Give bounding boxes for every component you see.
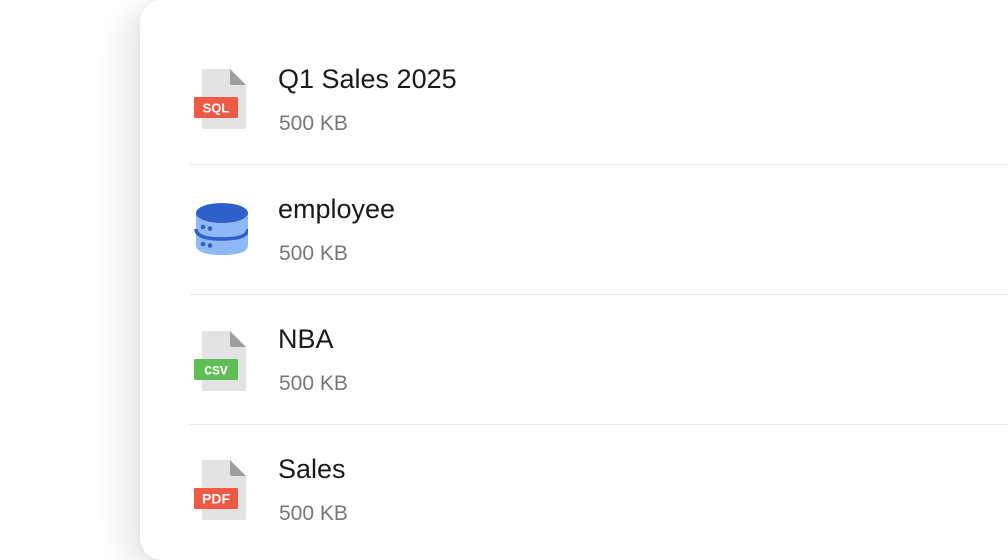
file-row-q1-sales-2025[interactable]: SQL Q1 Sales 2025 500 KB bbox=[190, 35, 1008, 165]
pdf-file-icon: PDF bbox=[194, 460, 246, 520]
file-name: Sales bbox=[278, 454, 346, 484]
file-badge-label: SQL bbox=[203, 101, 230, 116]
file-list-card: SQL Q1 Sales 2025 500 KB employee 500 KB bbox=[140, 0, 1008, 560]
file-name: employee bbox=[278, 194, 396, 224]
sql-file-icon: SQL bbox=[194, 69, 246, 129]
file-size: 500 KB bbox=[279, 372, 348, 395]
file-row-employee[interactable]: employee 500 KB bbox=[190, 165, 1008, 295]
database-icon bbox=[194, 203, 248, 255]
file-size: 500 KB bbox=[279, 112, 348, 135]
file-badge-label: CSV bbox=[204, 364, 228, 379]
file-badge-label: PDF bbox=[202, 491, 230, 507]
csv-file-icon: CSV bbox=[194, 331, 246, 391]
file-name: Q1 Sales 2025 bbox=[278, 64, 457, 94]
file-size: 500 KB bbox=[279, 242, 348, 265]
file-size: 500 KB bbox=[279, 502, 348, 525]
file-list: SQL Q1 Sales 2025 500 KB employee 500 KB bbox=[190, 35, 1008, 555]
file-row-sales[interactable]: PDF Sales 500 KB bbox=[190, 425, 1008, 555]
file-row-nba[interactable]: CSV NBA 500 KB bbox=[190, 295, 1008, 425]
file-name: NBA bbox=[278, 324, 334, 354]
